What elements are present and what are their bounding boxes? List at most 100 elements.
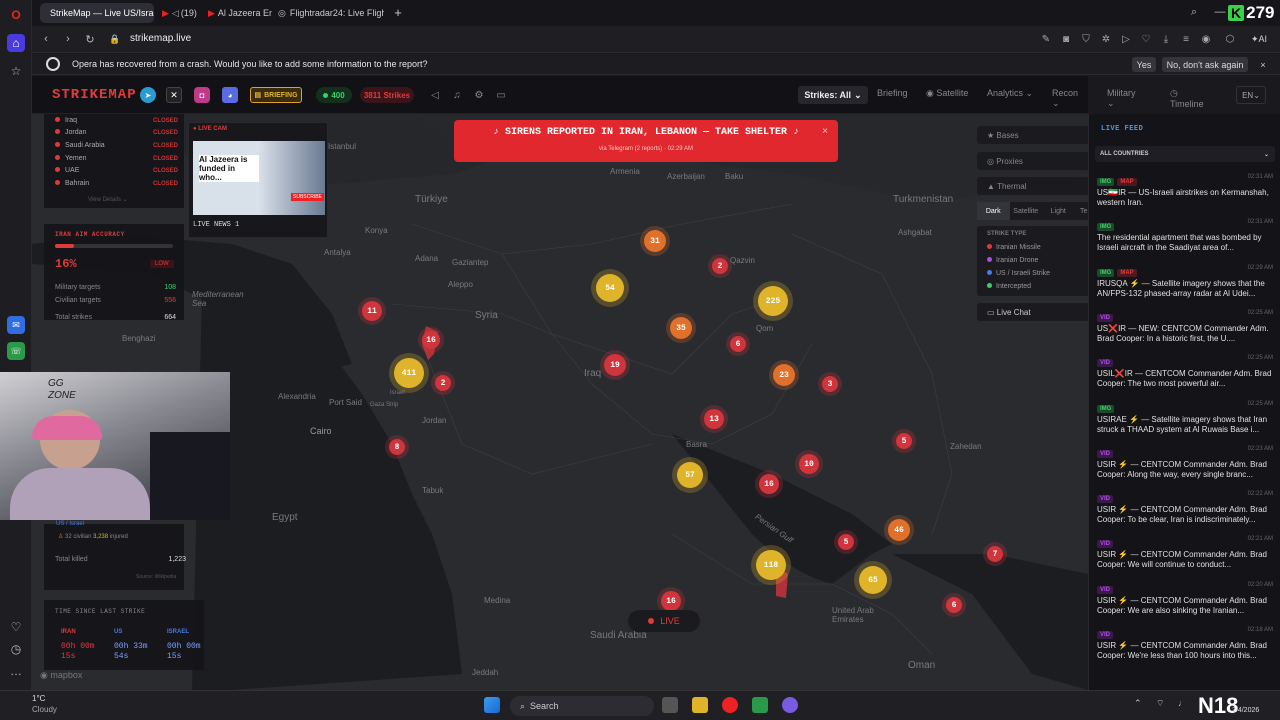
feed-item[interactable]: VID 02:22 AM USIR ⚡ — CENTCOM Commander Ad… xyxy=(1097,491,1273,525)
feed-item[interactable]: IMG 02:31 AM The residential apartment tha… xyxy=(1097,219,1273,253)
strikes-filter-dropdown[interactable]: Strikes: All ⌄ xyxy=(798,86,868,104)
app-logo[interactable]: STRIKEMAP xyxy=(52,87,137,103)
weather-desc[interactable]: Cloudy xyxy=(32,705,57,714)
style-terrain-button[interactable]: Terrain xyxy=(1075,202,1088,220)
strike-cluster[interactable]: 411 xyxy=(394,358,424,388)
layer-proxies[interactable]: ◎ Proxies xyxy=(977,152,1088,170)
feed-item[interactable]: VID 02:25 AM US❌IR — NEW: CENTCOM Commande… xyxy=(1097,310,1273,344)
shield-icon[interactable]: ⛉ xyxy=(1078,31,1094,47)
video-thumbnail[interactable]: Al Jazeera is funded in who... SUBSCRIBE xyxy=(193,141,325,215)
strike-cluster[interactable]: 31 xyxy=(644,230,666,252)
search-tabs-icon[interactable]: ⌕ xyxy=(1186,4,1202,20)
strike-cluster[interactable]: 5 xyxy=(896,433,912,449)
mute-icon[interactable]: ◁ xyxy=(428,87,442,103)
strike-cluster[interactable]: 23 xyxy=(773,364,795,386)
weather-temp[interactable]: 1°C xyxy=(32,694,45,703)
forward-icon[interactable]: › xyxy=(60,31,76,47)
strike-cluster[interactable]: 8 xyxy=(389,439,405,455)
strike-cluster[interactable]: 6 xyxy=(946,597,962,613)
tab-aljazeera[interactable]: ▶ Al Jazeera Eng xyxy=(202,3,272,23)
live-chat-button[interactable]: ▭ Live Chat xyxy=(977,303,1088,321)
layer-thermal[interactable]: ▲ Thermal xyxy=(977,177,1088,195)
x-icon[interactable]: ✕ xyxy=(166,87,182,103)
messenger-icon[interactable]: ✉ xyxy=(7,316,25,334)
tab-flightradar[interactable]: ◎ Flightradar24: Live Flight T xyxy=(272,3,384,23)
country-filter-dropdown[interactable]: ALL COUNTRIES ⌄ xyxy=(1095,146,1275,162)
nav-recon[interactable]: Recon ⌄ xyxy=(1052,88,1088,109)
nav-analytics[interactable]: Analytics ⌄ xyxy=(987,88,1033,99)
nav-timeline[interactable]: ◷ Timeline xyxy=(1170,88,1204,109)
close-icon[interactable]: × xyxy=(1256,57,1270,72)
home-icon[interactable]: ⌂ xyxy=(7,34,25,52)
strike-cluster[interactable]: 54 xyxy=(596,274,624,302)
heart-icon[interactable]: ♡ xyxy=(7,618,25,636)
strike-cluster[interactable]: 16 xyxy=(759,474,779,494)
chat-icon[interactable]: ▭ xyxy=(494,87,508,103)
view-details-link[interactable]: View Details ⌄ xyxy=(88,196,128,203)
history-icon[interactable]: ◷ xyxy=(7,640,25,658)
taskbar-date[interactable]: 3/4/2026 xyxy=(1232,707,1259,714)
briefing-button[interactable]: ▤ BRIEFING xyxy=(250,87,302,103)
feed-item[interactable]: VID 02:25 AM USIL❌IR — CENTCOM Commander A… xyxy=(1097,355,1273,389)
live-indicator[interactable]: LIVE xyxy=(628,610,700,632)
nav-satellite[interactable]: ◉ Satellite xyxy=(926,88,968,99)
network-icon[interactable]: ⌔ xyxy=(1156,698,1164,709)
nav-military[interactable]: Military ⌄ xyxy=(1107,88,1136,109)
feed-item[interactable]: VID 02:18 AM USIR ⚡ — CENTCOM Commander Ad… xyxy=(1097,627,1273,661)
feed-item[interactable]: VID 02:20 AM USIR ⚡ — CENTCOM Commander Ad… xyxy=(1097,582,1273,616)
opera-taskbar-icon[interactable] xyxy=(722,697,738,713)
feed-item[interactable]: VID 02:21 AM USIR ⚡ — CENTCOM Commander Ad… xyxy=(1097,536,1273,570)
menu-icon[interactable]: ≡ xyxy=(1178,31,1194,47)
strike-cluster[interactable]: 46 xyxy=(888,519,910,541)
strike-cluster[interactable]: 10 xyxy=(799,454,819,474)
windows-start-icon[interactable] xyxy=(484,697,500,713)
strike-cluster[interactable]: 2 xyxy=(712,258,728,274)
yes-button[interactable]: Yes xyxy=(1132,57,1156,72)
strike-cluster[interactable]: 5 xyxy=(838,534,854,550)
bookmark-icon[interactable]: ☆ xyxy=(7,62,25,80)
mapbox-logo[interactable]: ◉ mapbox xyxy=(40,670,82,681)
feed-item[interactable]: IMG MAP 02:31 AM US🇮🇷IR — US-Israeli airstr… xyxy=(1097,174,1273,208)
layer-bases[interactable]: ★ Bases xyxy=(977,126,1088,144)
taskbar-search[interactable]: ⌕ Search xyxy=(510,696,654,716)
siren-alert-banner[interactable]: ♪ SIRENS REPORTED IN IRAN, LEBANON — TAK… xyxy=(454,120,838,162)
strike-cluster[interactable]: 225 xyxy=(758,286,788,316)
task-view-icon[interactable] xyxy=(662,697,678,713)
bell-icon[interactable]: ♫ xyxy=(450,87,464,103)
cube-icon[interactable]: ⬡ xyxy=(1222,31,1238,47)
mic-icon[interactable]: ♩ xyxy=(1178,698,1187,708)
settings-icon[interactable]: ⚙ xyxy=(472,87,486,103)
strike-cluster[interactable]: 19 xyxy=(604,354,626,376)
download-icon[interactable]: ⤓ xyxy=(1158,31,1174,47)
strike-cluster[interactable]: 65 xyxy=(859,566,887,594)
back-icon[interactable]: ‹ xyxy=(38,31,54,47)
extensions-icon[interactable]: ✲ xyxy=(1098,31,1114,47)
reload-icon[interactable]: ↻ xyxy=(82,31,98,47)
camera-icon[interactable]: ◙ xyxy=(1058,31,1074,47)
instagram-icon[interactable]: ◘ xyxy=(194,87,210,103)
tab-strikemap[interactable]: StrikeMap — Live US/Israel xyxy=(40,3,154,23)
strike-cluster[interactable]: 2 xyxy=(435,375,451,391)
ai-button[interactable]: ✦AI xyxy=(1244,31,1274,47)
feed-item[interactable]: IMG 02:25 AM USIRAE ⚡ — Satellite imagery … xyxy=(1097,401,1273,435)
strike-cluster[interactable]: 16 xyxy=(422,331,440,349)
strike-cluster[interactable]: 7 xyxy=(987,546,1003,562)
account-icon[interactable]: ◉ xyxy=(1198,31,1214,47)
strike-cluster[interactable]: 11 xyxy=(362,301,382,321)
nav-briefing[interactable]: Briefing xyxy=(877,88,908,98)
alert-close-icon[interactable]: × xyxy=(818,124,832,138)
style-satellite-button[interactable]: Satellite xyxy=(1010,202,1043,220)
discord-taskbar-icon[interactable] xyxy=(782,697,798,713)
heart-outline-icon[interactable]: ♡ xyxy=(1138,31,1154,47)
tab-youtube[interactable]: ▶ ◁ (19) xyxy=(156,3,206,23)
app-taskbar-icon[interactable] xyxy=(752,697,768,713)
strike-cluster[interactable]: 3 xyxy=(822,376,838,392)
url-field[interactable]: strikemap.live xyxy=(130,33,191,44)
tray-chevron-icon[interactable]: ⌃ xyxy=(1134,698,1142,709)
opera-logo-icon[interactable]: O xyxy=(7,6,25,24)
lock-icon[interactable]: 🔒 xyxy=(108,31,122,47)
strike-cluster[interactable]: 16 xyxy=(661,591,681,611)
strike-cluster[interactable]: 57 xyxy=(677,462,703,488)
language-dropdown[interactable]: EN ⌄ xyxy=(1236,86,1266,104)
edit-icon[interactable]: ✎ xyxy=(1038,31,1054,47)
